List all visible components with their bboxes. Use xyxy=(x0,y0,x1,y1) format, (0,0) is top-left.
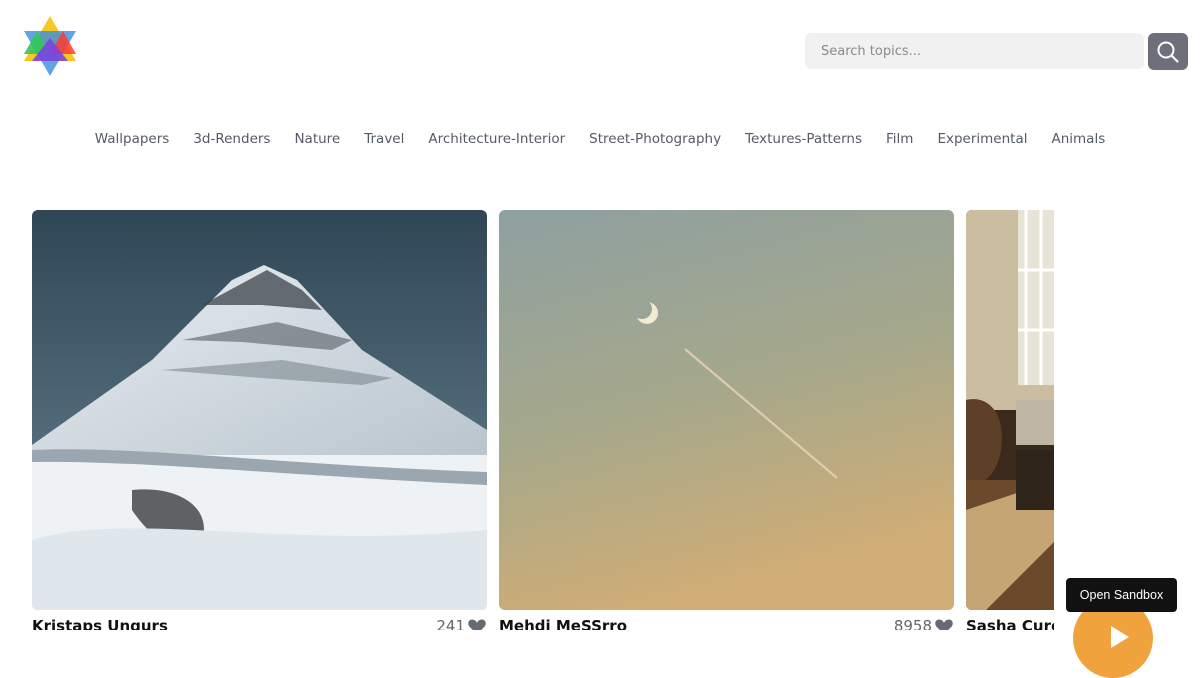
photo-card[interactable]: Sasha Curcic xyxy=(966,210,1054,630)
logo-icon[interactable] xyxy=(24,16,76,76)
topic-nature[interactable]: Nature xyxy=(294,131,340,147)
author-name[interactable]: Mehdi MeSSrro xyxy=(499,617,627,630)
heart-icon[interactable] xyxy=(934,617,954,630)
topic-3d-renders[interactable]: 3d-Renders xyxy=(193,131,270,147)
likes-number: 8958 xyxy=(893,617,932,630)
photo-card[interactable]: Kristaps Ungurs 241 xyxy=(32,210,487,630)
author-name[interactable]: Sasha Curcic xyxy=(966,617,1054,630)
open-sandbox-tooltip: Open Sandbox xyxy=(1066,578,1177,612)
play-icon xyxy=(1111,626,1129,648)
sunlit-interior-window-photo[interactable] xyxy=(966,210,1054,610)
card-meta: Sasha Curcic xyxy=(966,617,1054,630)
topic-film[interactable]: Film xyxy=(886,131,913,147)
topic-travel[interactable]: Travel xyxy=(364,131,404,147)
author-name[interactable]: Kristaps Ungurs xyxy=(32,617,168,630)
crescent-moon-contrail-photo[interactable] xyxy=(499,210,954,610)
card-meta: Mehdi MeSSrro 8958 xyxy=(499,617,954,630)
topic-animals[interactable]: Animals xyxy=(1051,131,1105,147)
card-meta: Kristaps Ungurs 241 xyxy=(32,617,487,630)
likes-count: 241 xyxy=(436,617,487,630)
likes-number: 241 xyxy=(436,617,465,630)
topic-experimental[interactable]: Experimental xyxy=(937,131,1027,147)
search-button[interactable] xyxy=(1148,33,1188,70)
photo-gallery: Kristaps Ungurs 241 Mehdi MeSSrro 8958 S… xyxy=(0,210,1054,630)
snowy-mountain-photo[interactable] xyxy=(32,210,487,610)
topic-street-photography[interactable]: Street-Photography xyxy=(589,131,721,147)
search-icon xyxy=(1157,41,1179,63)
photo-card[interactable]: Mehdi MeSSrro 8958 xyxy=(499,210,954,630)
likes-count: 8958 xyxy=(894,617,954,630)
topic-architecture-interior[interactable]: Architecture-Interior xyxy=(428,131,565,147)
topics-nav: Wallpapers 3d-Renders Nature Travel Arch… xyxy=(0,131,1200,147)
topic-wallpapers[interactable]: Wallpapers xyxy=(95,131,170,147)
search-input[interactable] xyxy=(805,33,1144,69)
heart-icon[interactable] xyxy=(467,617,487,630)
topic-textures-patterns[interactable]: Textures-Patterns xyxy=(745,131,862,147)
